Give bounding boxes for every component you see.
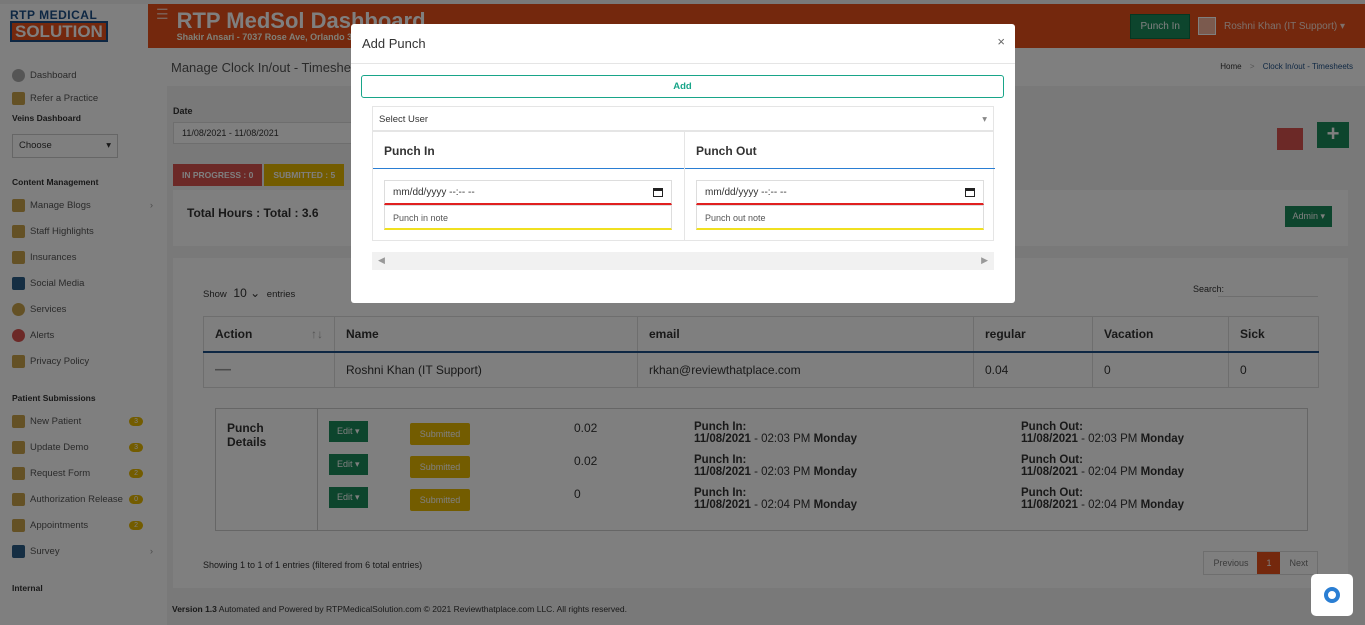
- add-button[interactable]: Add: [361, 75, 1004, 98]
- scroll-left-icon[interactable]: ◀: [378, 255, 385, 266]
- select-user-dropdown[interactable]: Select User ▾: [372, 106, 994, 131]
- punch-form-table: Punch In mm/dd/yyyy --:-- -- Punch in no…: [372, 131, 995, 241]
- punch-in-header: Punch In: [373, 132, 684, 169]
- modal-header: Add Punch: [351, 24, 1015, 64]
- close-icon[interactable]: ×: [997, 34, 1005, 49]
- punch-out-header: Punch Out: [685, 132, 995, 169]
- modal-title: Add Punch: [362, 36, 426, 51]
- punch-out-datetime-placeholder: mm/dd/yyyy --:-- --: [705, 187, 787, 198]
- scroll-right-icon[interactable]: ▶: [981, 255, 988, 266]
- punch-out-datetime-input[interactable]: mm/dd/yyyy --:-- --: [696, 180, 984, 205]
- calendar-icon[interactable]: [965, 188, 975, 197]
- punch-in-column: Punch In mm/dd/yyyy --:-- -- Punch in no…: [373, 132, 684, 240]
- punch-out-note-input[interactable]: Punch out note: [696, 205, 984, 230]
- add-punch-modal: Add Punch × Add Select User ▾ Punch In mm…: [351, 24, 1015, 303]
- punch-in-datetime-input[interactable]: mm/dd/yyyy --:-- --: [384, 180, 672, 205]
- horizontal-scrollbar[interactable]: ◀ ▶: [372, 252, 994, 270]
- punch-in-note-input[interactable]: Punch in note: [384, 205, 672, 230]
- help-button[interactable]: [1311, 574, 1353, 616]
- lifebuoy-icon: [1324, 587, 1340, 603]
- punch-out-column: Punch Out mm/dd/yyyy --:-- -- Punch out …: [684, 132, 995, 240]
- calendar-icon[interactable]: [653, 188, 663, 197]
- punch-in-datetime-placeholder: mm/dd/yyyy --:-- --: [393, 187, 475, 198]
- select-user-value: Select User: [379, 114, 429, 125]
- chevron-down-icon: ▾: [982, 114, 987, 125]
